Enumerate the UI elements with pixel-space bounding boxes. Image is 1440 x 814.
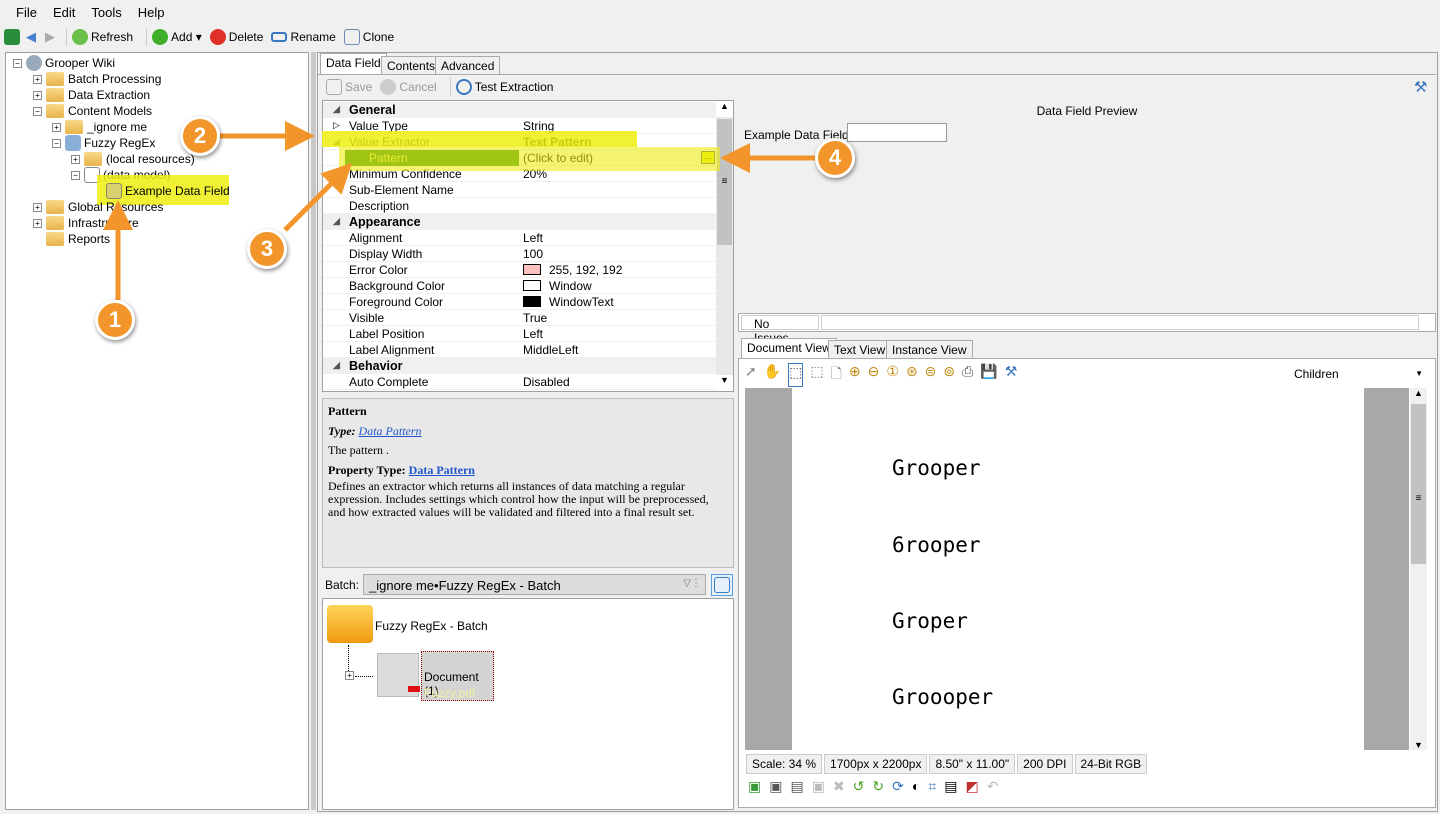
annotation-arrows bbox=[103, 121, 815, 300]
annotation-badge-1: 1 bbox=[95, 300, 135, 340]
annotation-badge-2: 2 bbox=[180, 116, 220, 156]
annotation-badge-4: 4 bbox=[815, 138, 855, 178]
annotation-badge-3: 3 bbox=[247, 229, 287, 269]
arrow-3 bbox=[283, 162, 353, 232]
